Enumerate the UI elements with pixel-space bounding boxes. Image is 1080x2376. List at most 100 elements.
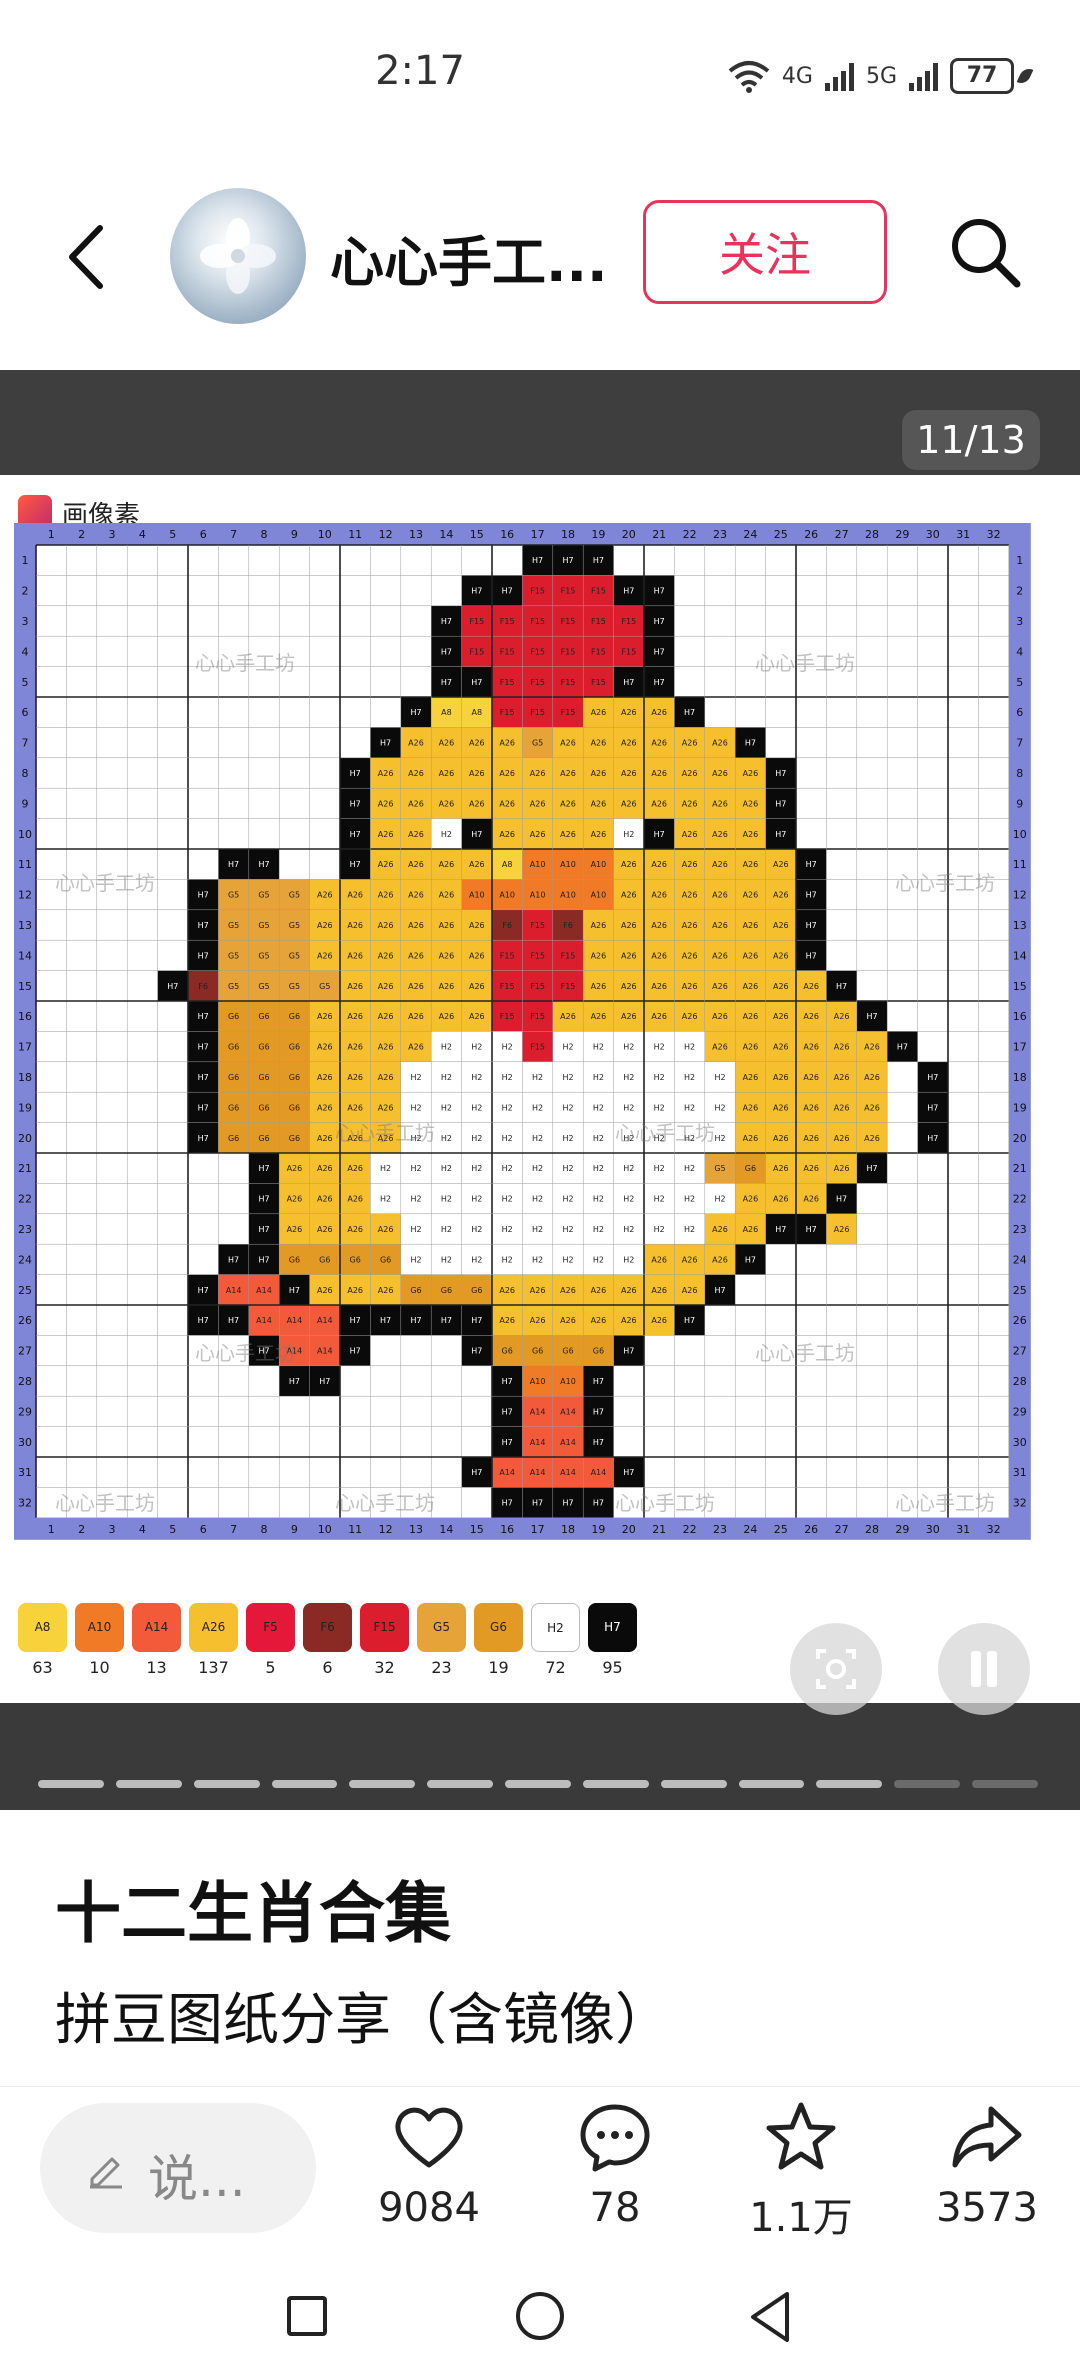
back-arrow-icon[interactable] [62,222,112,292]
bead-code: A26 [317,1103,333,1112]
comment-button[interactable]: 78 [540,2099,690,2231]
row-number: 5 [22,676,29,689]
bead-code: G5 [289,951,300,960]
bead-code: F15 [621,647,636,656]
progress-segment [505,1780,571,1788]
column-number: 16 [500,1523,514,1536]
bead-code: H2 [623,1073,634,1082]
swatch-count: 32 [374,1658,395,1677]
bead-code: G6 [593,1347,604,1356]
nav-back-icon[interactable] [745,2290,795,2344]
bead-code: H7 [593,1499,604,1508]
bead-code: H2 [714,1103,725,1112]
bead-code: H7 [502,1407,513,1416]
watermark-text: 心心手工坊 [195,651,295,675]
bead-code: H7 [745,739,756,748]
watermark-text: 心心手工坊 [755,1341,855,1365]
bead-code: A26 [712,769,728,778]
search-icon[interactable] [945,212,1025,292]
follow-button[interactable]: 关注 [643,200,887,304]
column-number: 27 [835,528,849,541]
bead-code: A26 [712,1255,728,1264]
bead-code: A26 [347,1073,363,1082]
author-avatar[interactable] [170,188,306,324]
author-name[interactable]: 心心手工... [330,218,608,297]
bead-code: H7 [380,1316,391,1325]
row-number: 1 [1016,554,1023,567]
bead-code: H2 [410,1255,421,1264]
bead-code: G6 [228,1103,239,1112]
flower-icon [200,218,276,294]
column-number: 18 [561,528,575,541]
bead-pattern-image[interactable]: 画像素 1 1 2 2 3 3 4 4 5 5 6 6 7 7 8 8 9 9 10 10 11 11 12 12 13 13 14… [0,475,1080,1715]
slide-progress [38,1780,1038,1788]
swatch-count: 6 [322,1658,333,1677]
share-button[interactable]: 3573 [912,2099,1062,2231]
home-button[interactable] [516,2292,564,2340]
network-4g-label: 4G [781,63,813,89]
row-number: 10 [18,828,32,841]
bead-code: A26 [682,739,698,748]
column-number: 24 [743,528,757,541]
row-number: 31 [1013,1466,1027,1479]
favorite-button[interactable]: 1.1万 [726,2099,876,2243]
bead-code: H7 [502,587,513,596]
column-number: 8 [261,528,268,541]
bead-code: A26 [408,891,424,900]
comment-input[interactable]: 说... [40,2103,316,2233]
image-viewer[interactable]: 11/13 画像素 1 1 2 2 3 3 4 4 5 5 6 6 7 7 8 8 9 9 10 10 11 11 12 12… [0,370,1080,1810]
bead-code: H7 [198,1073,209,1082]
bead-code: H7 [258,860,269,869]
battery-level: 77 [950,58,1014,94]
bead-code: A26 [439,860,455,869]
signal-icon-2 [909,61,938,91]
column-number: 13 [409,1523,423,1536]
bead-code: A26 [651,921,667,930]
bead-code: H7 [258,1195,269,1204]
row-number: 6 [1016,706,1023,719]
like-button[interactable]: 9084 [354,2099,504,2231]
row-number: 8 [22,767,29,780]
bead-code: F15 [500,678,515,687]
bead-code: A26 [621,1012,637,1021]
bead-code: H7 [502,1499,513,1508]
scan-button[interactable] [790,1623,882,1715]
bead-code: H2 [441,1073,452,1082]
bead-code: A26 [651,982,667,991]
bead-code: H2 [684,1195,695,1204]
bead-code: A26 [317,1164,333,1173]
bead-code: H7 [806,951,817,960]
bead-code: F15 [530,982,545,991]
bead-code: H7 [198,1012,209,1021]
bead-code: F15 [530,1012,545,1021]
column-number: 4 [139,1523,146,1536]
column-number: 32 [987,1523,1001,1536]
bead-code: F15 [500,647,515,656]
bead-code: H2 [654,1225,665,1234]
row-number: 14 [18,949,32,962]
bead-code: A26 [378,1225,394,1234]
swatch-code: H7 [588,1603,637,1652]
progress-segment [115,1780,182,1788]
bead-code: A26 [712,739,728,748]
recent-apps-button[interactable] [287,2296,327,2336]
column-number: 1 [48,528,55,541]
column-number: 30 [926,528,940,541]
bead-code: A26 [743,891,759,900]
row-number: 13 [18,919,32,932]
bead-code: H7 [897,1043,908,1052]
bead-code: H2 [623,1255,634,1264]
bead-code: H2 [684,1225,695,1234]
bead-code: A26 [651,739,667,748]
pause-button[interactable] [938,1623,1030,1715]
bead-code: H7 [684,1316,695,1325]
palette-swatch: H7 95 [588,1603,637,1677]
column-number: 15 [470,528,484,541]
bead-code: H7 [167,982,178,991]
bead-code: A26 [834,1225,850,1234]
bead-code: A26 [591,1012,607,1021]
bead-code: G5 [258,951,269,960]
bead-code: G6 [258,1043,269,1052]
bead-code: H7 [198,921,209,930]
bead-code: A14 [530,1438,546,1447]
